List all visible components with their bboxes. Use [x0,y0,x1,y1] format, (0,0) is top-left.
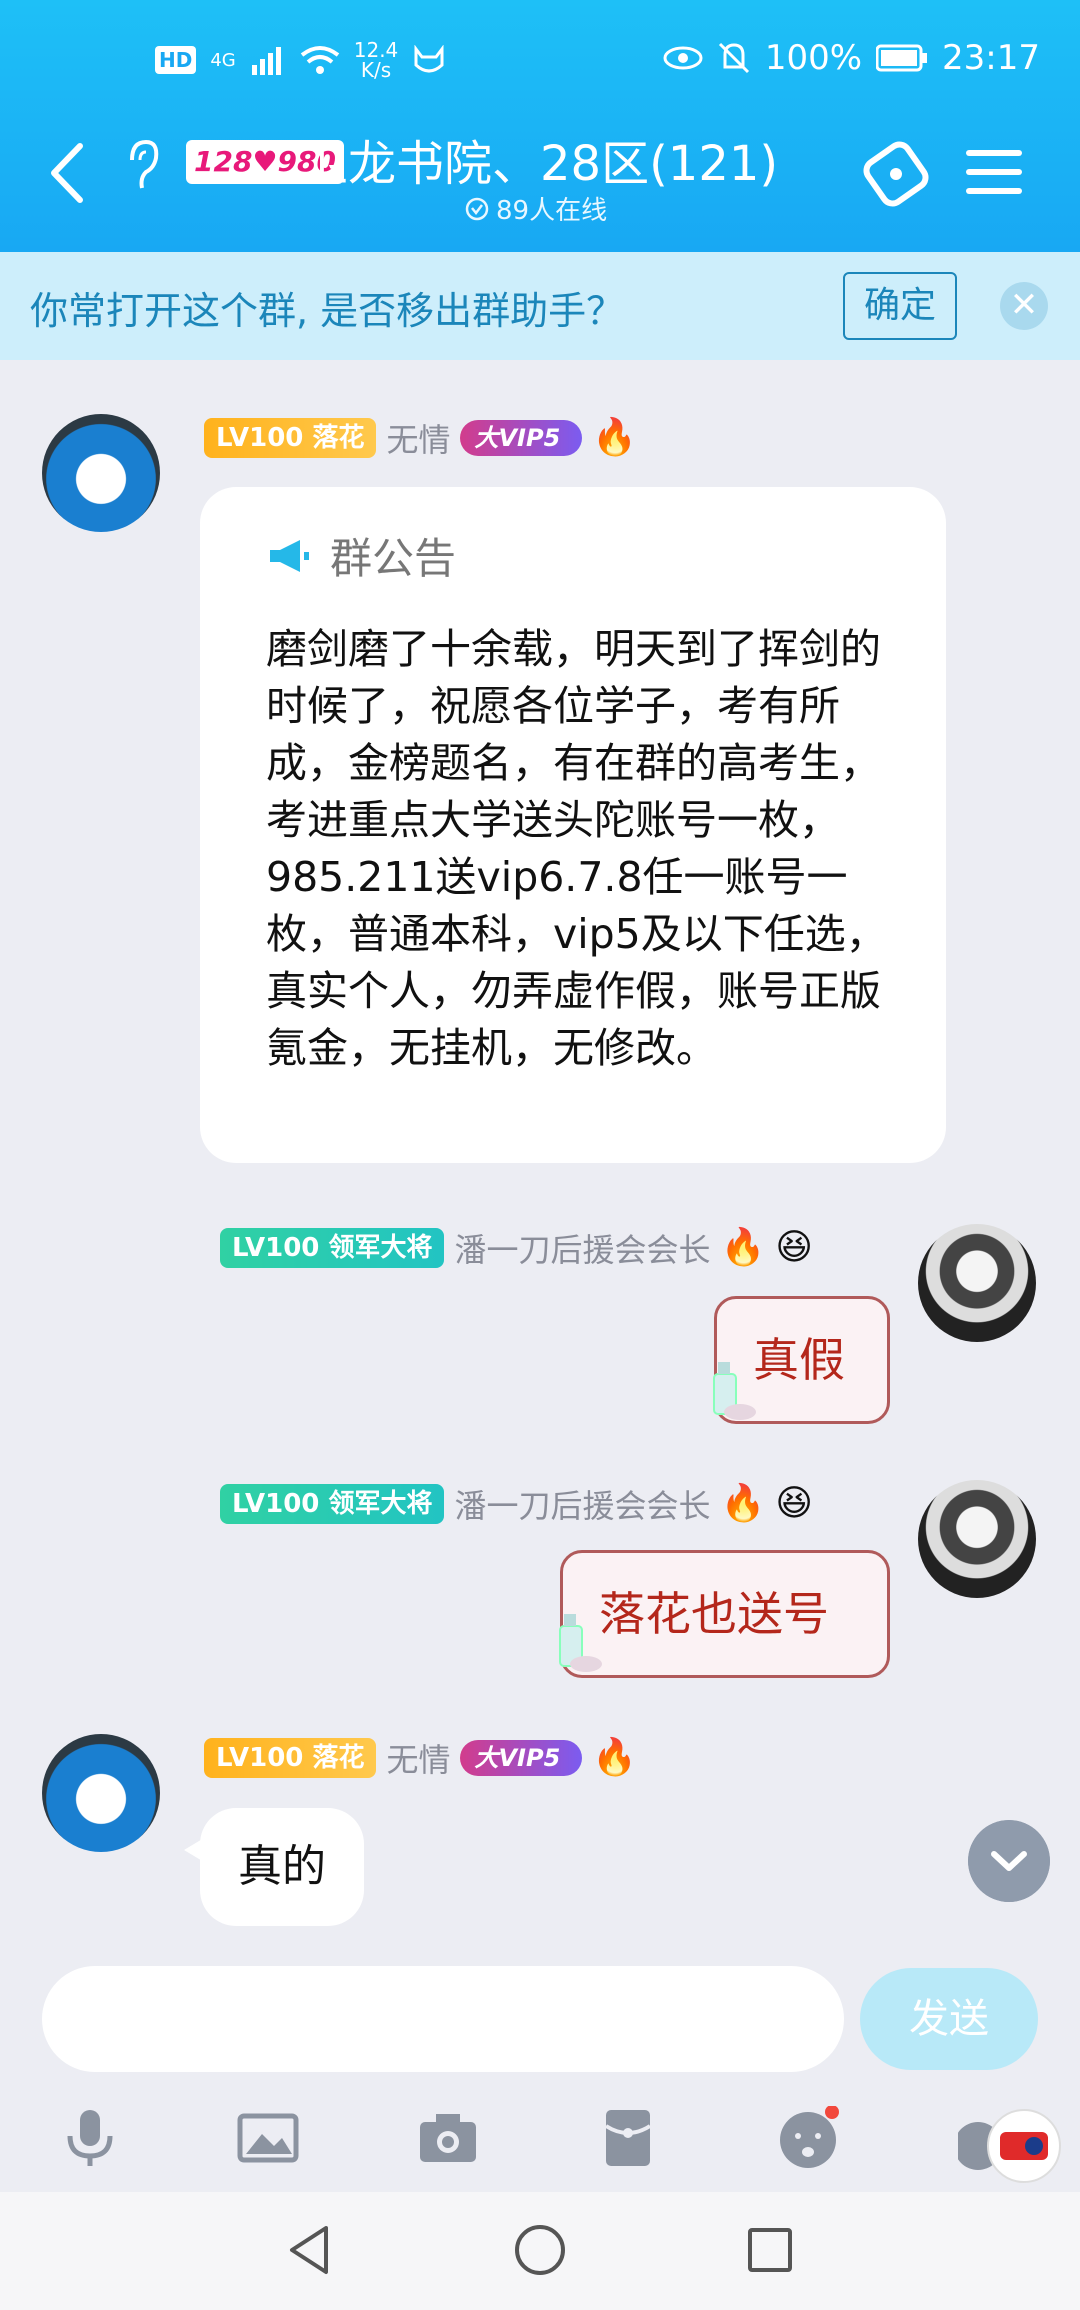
back-button[interactable] [42,138,92,208]
image-icon[interactable] [236,2106,300,2170]
online-check-icon [465,197,489,220]
wifi-icon [300,46,339,74]
status-bar: HD 4G 12.4 K/s 100% 23:17 [0,28,1080,98]
notice-text: 你常打开这个群, 是否移出群助手？ [30,289,625,333]
signal-icon [251,47,281,75]
nav-home-icon[interactable] [512,2222,568,2278]
sender-row: LV100 落花 无情 大VIP5 🔥 [204,416,637,460]
level-badge: LV100 落花 [204,418,377,458]
net-speed: 12.4 K/s [353,38,399,82]
nav-recents-icon[interactable] [742,2222,798,2278]
battery-icon [876,44,928,72]
nav-bar: 128♥980 卫龙书院、28区(121) 89人在线 [0,110,1080,240]
announcement-card[interactable]: 群公告 磨剑磨了十余载，明天到了挥剑的时候了，祝愿各位学子，考有所成，金榜题名，… [200,487,946,1163]
sender-row: LV100 落花 无情 大VIP5 🔥 [204,1736,637,1780]
nav-back-icon[interactable] [282,2222,338,2278]
red-packet-icon[interactable] [596,2106,660,2170]
level-badge: LV100 领军大将 [220,1484,445,1524]
smile-icon: 😆 [775,1227,813,1268]
more-icon[interactable] [958,2098,1068,2194]
cat-icon [414,45,444,73]
fire-icon: 🔥 [592,417,638,458]
group-title[interactable]: 卫龙书院、28区(121) [300,124,778,194]
hd-badge: HD [155,46,197,74]
confirm-button[interactable]: 确定 [843,272,957,340]
group-app-icon[interactable] [858,136,934,212]
fire-icon: 🔥 [720,1227,766,1268]
chat-header: HD 4G 12.4 K/s 100% 23:17 128♥980 卫龙书院、28… [0,0,1080,252]
sender-row: LV100 领军大将 潘一刀后援会会长 🔥 😆 [220,1482,813,1526]
microphone-icon[interactable] [58,2106,122,2170]
announcement-title: 群公告 [330,534,457,583]
avatar[interactable] [918,1224,1036,1342]
ear-icon[interactable] [124,138,160,196]
eye-icon [663,46,703,70]
send-button[interactable]: 发送 [860,1968,1038,2070]
message-input[interactable] [42,1966,844,2072]
bottle-decoration-icon [713,1362,756,1420]
avatar[interactable] [42,1734,160,1852]
level-badge: LV100 领军大将 [220,1228,445,1268]
system-nav-bar [0,2192,1080,2310]
vip-badge: 大VIP5 [460,420,583,456]
level-badge: LV100 落花 [204,1738,377,1778]
sender-name: 潘一刀后援会会长 [454,1231,711,1269]
network-label: 4G [210,49,236,71]
online-count: 89人在线 [464,190,607,227]
avatar[interactable] [42,414,160,532]
camera-icon[interactable] [416,2106,480,2170]
vip-badge: 大VIP5 [460,1740,583,1776]
sender-name: 潘一刀后援会会长 [454,1487,711,1525]
mute-bell-icon [718,42,749,74]
sender-name: 无情 [386,421,451,459]
fire-icon: 🔥 [720,1483,766,1524]
assistant-notice-bar: 你常打开这个群, 是否移出群助手？ 确定 ✕ [0,252,1080,360]
sender-row: LV100 领军大将 潘一刀后援会会长 🔥 😆 [220,1226,813,1270]
fire-icon: 🔥 [592,1737,638,1778]
sender-name: 无情 [386,1741,451,1779]
battery-percent: 100% [764,38,863,78]
input-toolbar [0,2098,1080,2194]
bottle-decoration-icon [559,1614,602,1672]
menu-button[interactable] [966,150,1022,196]
emoji-icon[interactable] [776,2106,840,2170]
scroll-to-bottom-button[interactable] [968,1820,1050,1902]
message-bubble[interactable]: 真的 [184,1808,364,1926]
smile-icon: 😆 [775,1483,813,1524]
megaphone-icon [270,539,309,572]
close-notice-button[interactable]: ✕ [1000,282,1048,330]
avatar[interactable] [918,1480,1036,1598]
announcement-body: 磨剑磨了十余载，明天到了挥剑的时候了，祝愿各位学子，考有所成，金榜题名，有在群的… [266,625,887,1072]
message-bubble[interactable]: 落花也送号 [560,1550,890,1678]
clock: 23:17 [942,38,1040,78]
